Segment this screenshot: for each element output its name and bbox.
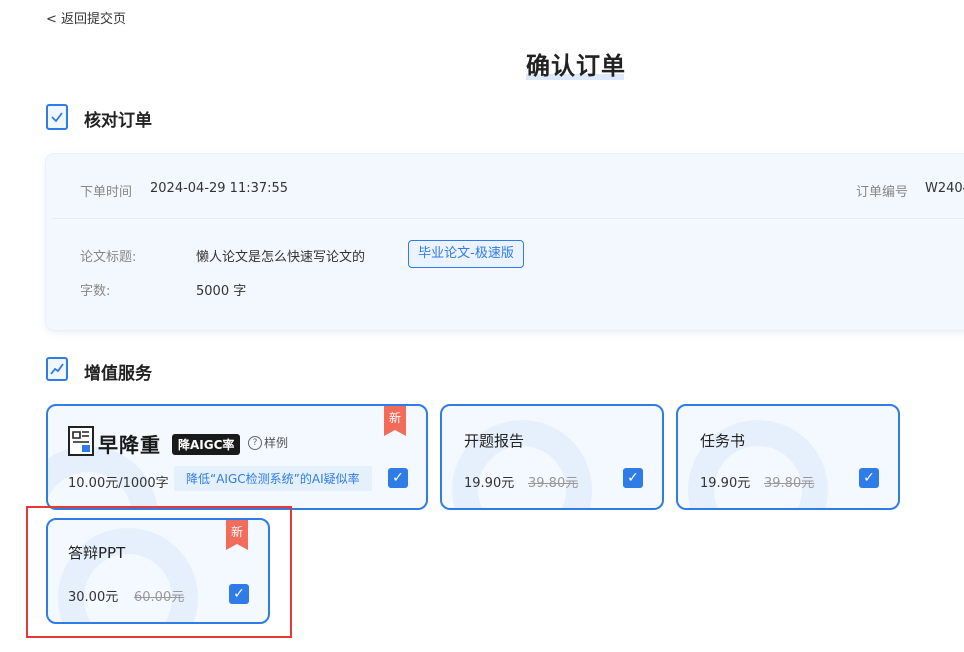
word-count-value: 5000 字 [196, 284, 247, 299]
highlight-frame [26, 506, 292, 638]
paper-title-label: 论文标题: [80, 250, 137, 265]
logo-icon [68, 426, 94, 456]
chart-trend-icon [46, 357, 68, 381]
service-logo-text: 早降重 [98, 433, 161, 457]
check-icon[interactable]: ✓ [388, 468, 408, 488]
service-logo-badge: 降AIGC率 [172, 434, 241, 455]
service-price: 19.90元 [464, 476, 515, 491]
order-time-label: 下单时间 [80, 185, 133, 200]
order-number-value: W2404 [925, 181, 964, 196]
service-card-assignment[interactable]: 任务书 19.90元 39.80元 ✓ [676, 404, 900, 510]
section-title-verify: 核对订单 [84, 111, 152, 131]
order-divider [52, 218, 964, 219]
check-icon[interactable]: ✓ [859, 468, 879, 488]
service-name: 开题报告 [464, 432, 525, 450]
document-check-icon [46, 104, 68, 130]
service-promo-tag: 降低“AIGC检测系统”的AI疑似率 [174, 466, 372, 491]
back-to-submit-link[interactable]: < 返回提交页 [46, 8, 126, 27]
paper-title-value: 懒人论文是怎么快速写论文的 [196, 250, 366, 265]
paper-type-tag: 毕业论文-极速版 [408, 240, 524, 268]
service-card-aigc[interactable]: 新 早降重 降AIGC率 ? 样例 10.00元/1000字 降低“AIGC检测… [46, 404, 428, 510]
new-badge: 新 [384, 406, 406, 436]
service-card-proposal[interactable]: 开题报告 19.90元 39.80元 ✓ [440, 404, 664, 510]
word-count-label: 字数: [80, 284, 111, 299]
service-name: 任务书 [700, 432, 746, 450]
service-old-price: 39.80元 [528, 476, 579, 491]
section-title-services: 增值服务 [84, 364, 152, 384]
service-price: 10.00元/1000字 [68, 476, 169, 491]
service-old-price: 39.80元 [764, 476, 815, 491]
sample-link[interactable]: 样例 [264, 434, 288, 451]
order-number-label: 订单编号 [856, 185, 909, 200]
service-price: 19.90元 [700, 476, 751, 491]
page-title: 确认订单 [526, 52, 626, 80]
check-icon[interactable]: ✓ [623, 468, 643, 488]
order-time-value: 2024-04-29 11:37:55 [150, 181, 289, 196]
help-circle-icon[interactable]: ? [248, 436, 262, 450]
